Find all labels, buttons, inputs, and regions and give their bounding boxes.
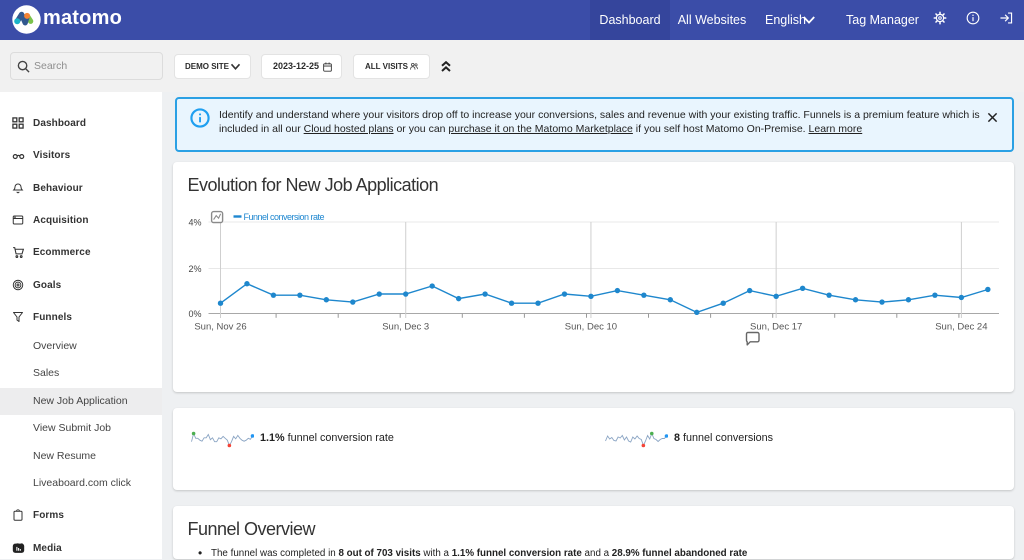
- svg-text:2%: 2%: [188, 264, 201, 274]
- svg-text:Sun, Dec 10: Sun, Dec 10: [565, 322, 617, 333]
- svg-text:Sun, Dec 3: Sun, Dec 3: [382, 322, 429, 333]
- svg-text:Sun, Dec 17: Sun, Dec 17: [750, 322, 802, 333]
- svg-text:4%: 4%: [188, 218, 201, 228]
- svg-text:0%: 0%: [188, 309, 201, 319]
- svg-text:Sun, Dec 24: Sun, Dec 24: [935, 322, 987, 333]
- svg-text:Funnel conversion rate: Funnel conversion rate: [244, 212, 325, 222]
- svg-text:Sun, Nov 26: Sun, Nov 26: [194, 322, 246, 333]
